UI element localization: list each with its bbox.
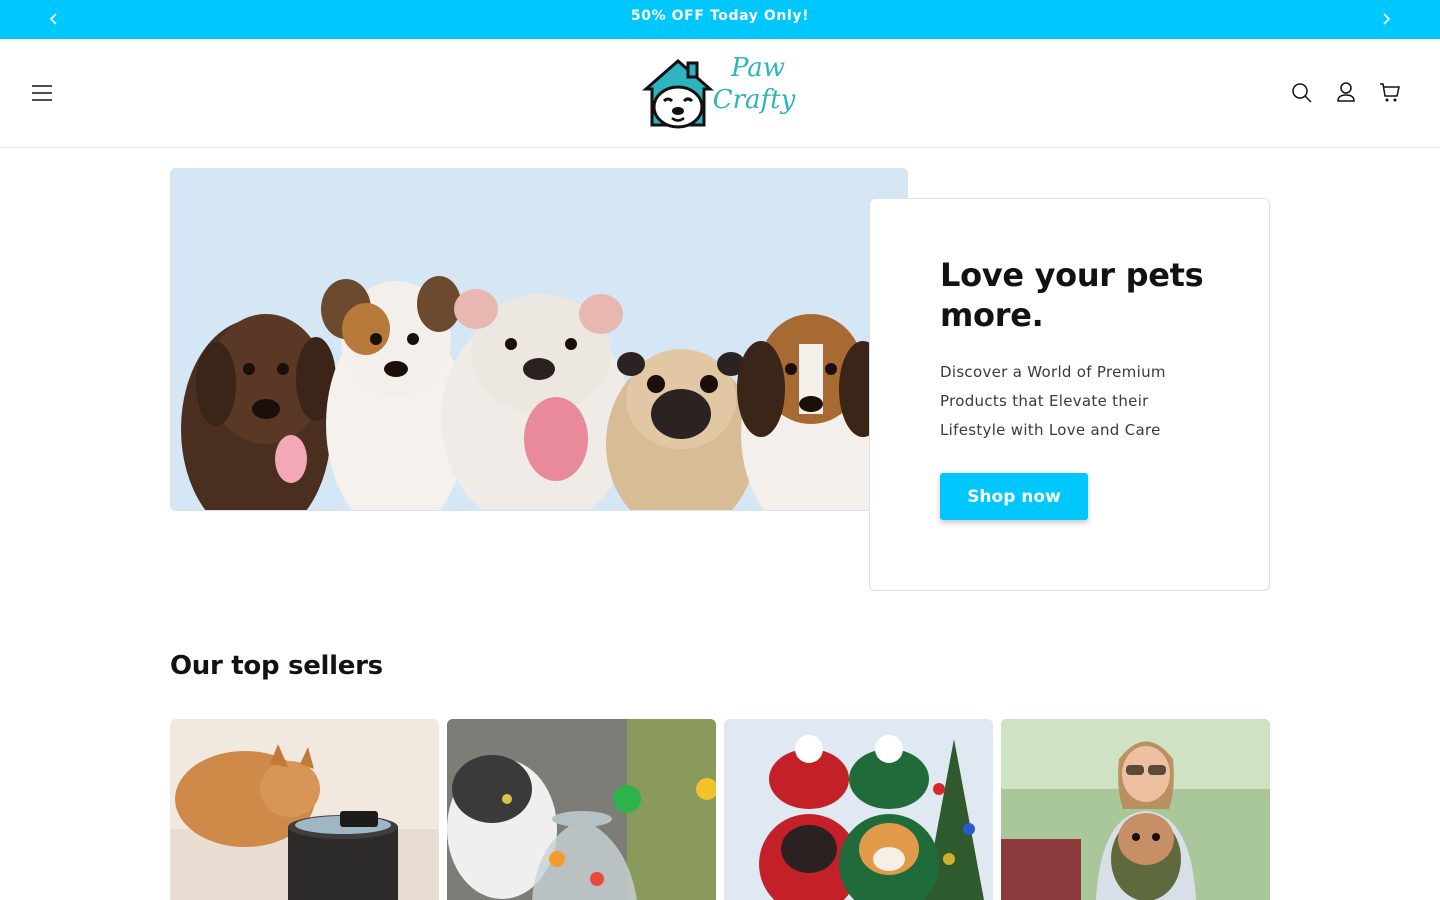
hero-image	[170, 168, 908, 511]
announcement-next-button[interactable]	[1376, 10, 1396, 28]
account-icon	[1337, 82, 1355, 102]
search-icon	[1292, 83, 1312, 103]
logo-text-crafty: Crafty	[712, 85, 796, 115]
hero-content-card: Love your pets more. Discover a World of…	[869, 198, 1270, 591]
hero-description: Discover a World of Premium Products tha…	[940, 363, 1166, 439]
woman-with-dog-carrier-image	[1001, 719, 1270, 900]
menu-button[interactable]	[26, 77, 58, 109]
menu-icon	[32, 85, 52, 101]
announcement-text[interactable]: 50% OFF Today Only!	[0, 8, 1440, 24]
announcement-bar: 50% OFF Today Only!	[0, 0, 1440, 39]
puppies-illustration	[171, 169, 907, 510]
top-sellers-title: Our top sellers	[170, 651, 383, 681]
product-card-cat-fountain[interactable]	[170, 719, 439, 900]
site-header: Paw Crafty	[0, 39, 1440, 148]
hero-title: Love your pets more.	[940, 256, 1204, 334]
shop-now-button[interactable]: Shop now	[940, 473, 1088, 520]
dogs-in-christmas-hats-image	[724, 719, 993, 900]
dog-house-logo-icon	[642, 59, 714, 129]
cart-button[interactable]	[1374, 76, 1406, 108]
logo-text-paw: Paw	[730, 53, 786, 83]
product-card-pet-carrier[interactable]	[1001, 719, 1270, 900]
cat-toy-image	[447, 719, 716, 900]
account-button[interactable]	[1330, 76, 1362, 108]
cat-water-fountain-image	[170, 719, 439, 900]
search-button[interactable]	[1286, 77, 1318, 109]
product-card-dog-hats[interactable]	[724, 719, 993, 900]
chevron-right-icon	[1383, 13, 1391, 25]
cart-icon	[1380, 83, 1400, 102]
product-card-cat-toy[interactable]	[447, 719, 716, 900]
